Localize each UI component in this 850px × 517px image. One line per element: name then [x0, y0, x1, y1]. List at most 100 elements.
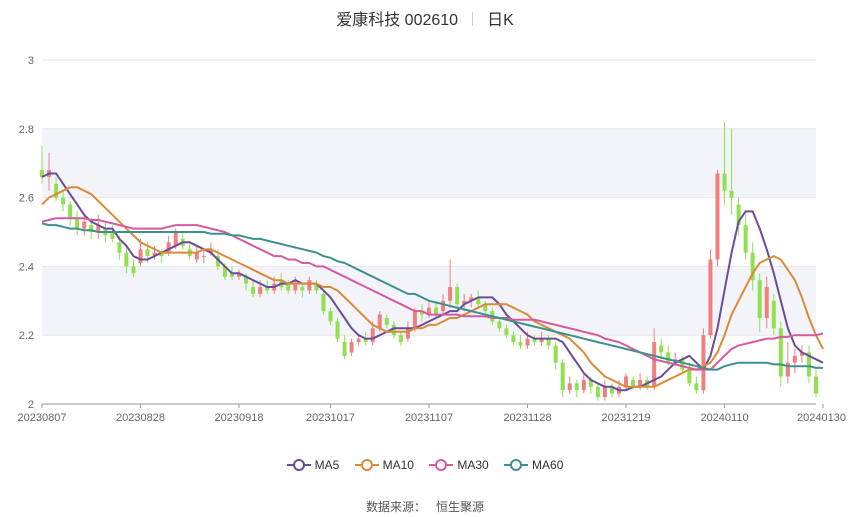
- candle-body: [546, 338, 551, 346]
- x-tick-label: 20230918: [215, 412, 264, 424]
- candle-body: [694, 383, 699, 391]
- legend-item-ma60[interactable]: MA60: [504, 458, 563, 472]
- candle-body: [814, 376, 818, 394]
- candle-body: [518, 342, 523, 346]
- legend-marker-icon: [354, 459, 379, 471]
- candle-body: [251, 287, 256, 294]
- x-tick-label: 20231107: [405, 412, 453, 424]
- candlestick-chart: 22.22.42.62.83 20230807 20230828 20230918 2…: [18, 55, 846, 424]
- legend-item-ma10[interactable]: MA10: [354, 458, 414, 472]
- candle-body: [595, 386, 600, 398]
- y-tick-label: 2: [28, 399, 34, 411]
- candle-body: [525, 338, 530, 346]
- candle-body: [581, 379, 586, 391]
- candle-body: [560, 362, 565, 391]
- candle-body: [602, 386, 607, 398]
- candle-body: [349, 342, 354, 353]
- candle-body: [293, 283, 298, 291]
- candle-body: [455, 287, 460, 305]
- y-tick-label: 2.8: [19, 124, 34, 136]
- candle-body: [75, 218, 80, 229]
- grid-band: [42, 128, 816, 198]
- candle-body: [117, 242, 122, 253]
- candle-body: [743, 225, 748, 253]
- y-tick-label: 3: [28, 55, 34, 67]
- candle-body: [722, 173, 727, 191]
- y-tick-label: 2.4: [19, 261, 34, 273]
- legend-label: MA30: [457, 458, 489, 472]
- candle-body: [307, 280, 312, 291]
- legend-label: MA5: [314, 458, 340, 472]
- candle-body: [553, 345, 558, 363]
- candle-body: [398, 335, 403, 343]
- legend-item-ma30[interactable]: MA30: [429, 458, 489, 472]
- candle-body: [370, 328, 375, 343]
- legend-item-ma5[interactable]: MA5: [286, 458, 340, 472]
- legend-label: MA10: [382, 458, 414, 472]
- candle-body: [201, 256, 206, 258]
- x-tick-label: 20231219: [602, 412, 651, 424]
- source-value: 恒生聚源: [436, 500, 485, 514]
- candle-body: [701, 335, 706, 391]
- legend-label: MA60: [532, 458, 564, 472]
- candle-body: [82, 221, 87, 229]
- candle-body: [631, 379, 636, 387]
- candle-body: [68, 204, 73, 219]
- candle-body: [792, 355, 797, 363]
- source-label: 数据来源：: [365, 500, 426, 514]
- candle-body: [286, 283, 291, 291]
- y-tick-label: 2.6: [19, 193, 34, 205]
- candle-body: [377, 314, 382, 329]
- x-tick-label: 20230828: [116, 412, 165, 424]
- candle-body: [328, 311, 333, 322]
- candle-body: [335, 321, 340, 339]
- legend-marker-icon: [504, 459, 529, 471]
- candle-body: [778, 328, 783, 377]
- legend-marker-icon: [429, 459, 454, 471]
- candle-body: [757, 280, 762, 318]
- candle-body: [110, 232, 115, 239]
- candle-body: [567, 383, 572, 391]
- candle-body: [384, 318, 389, 325]
- data-source: 数据来源： 恒生聚源: [0, 498, 850, 515]
- x-tick-label: 20231017: [306, 412, 355, 424]
- candle-body: [434, 307, 439, 315]
- candle-body: [412, 311, 417, 329]
- candle-body: [785, 362, 790, 377]
- x-tick-label: 20230807: [18, 412, 67, 424]
- candle-body: [771, 300, 776, 329]
- candle-body: [715, 173, 720, 260]
- candle-body: [145, 249, 150, 257]
- candle-body: [321, 293, 326, 312]
- candle-body: [300, 287, 305, 291]
- candle-body: [356, 338, 361, 343]
- candle-body: [138, 249, 143, 263]
- candle-body: [687, 369, 692, 384]
- candle-body: [124, 252, 129, 267]
- x-axis: 20230807 20230828 20230918 20231017 20231107…: [18, 403, 846, 424]
- candle-body: [405, 328, 410, 339]
- candle-body: [729, 190, 734, 198]
- legend-marker-icon: [286, 459, 311, 471]
- candle-body: [342, 342, 347, 356]
- legend: MA5 MA10 MA30 MA60: [0, 458, 850, 472]
- candle-body: [708, 259, 713, 336]
- candle-body: [61, 197, 66, 205]
- candle-body: [574, 383, 579, 391]
- y-tick-label: 2.2: [19, 330, 34, 342]
- candle-body: [497, 321, 502, 329]
- x-tick-label: 20240130: [797, 412, 846, 424]
- candle-body: [131, 266, 136, 274]
- x-tick-label: 20231128: [503, 412, 551, 424]
- x-tick-label: 20240110: [700, 412, 748, 424]
- candle-body: [666, 352, 671, 363]
- candle-body: [659, 345, 664, 353]
- y-axis-ticks: 2 2.2 2.4 2.6 2.8 3: [19, 55, 34, 411]
- candle-body: [504, 328, 509, 336]
- candle-body: [764, 287, 769, 318]
- candle-body: [441, 300, 446, 312]
- candle-body: [448, 287, 453, 301]
- candle-body: [173, 232, 178, 246]
- candle-body: [511, 335, 516, 343]
- candle-body: [194, 252, 199, 260]
